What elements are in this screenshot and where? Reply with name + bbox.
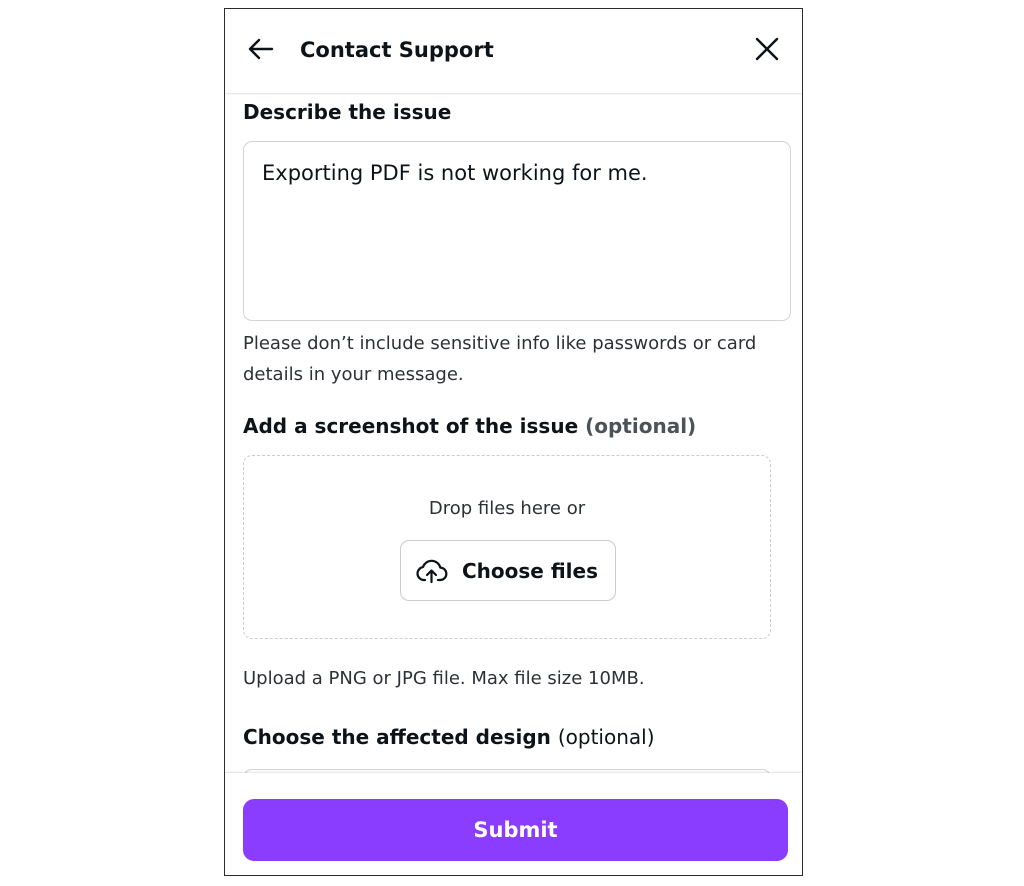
cloud-upload-icon bbox=[416, 559, 448, 584]
screenshot-label: Add a screenshot of the issue (optional) bbox=[243, 412, 696, 440]
design-optional-text: (optional) bbox=[557, 725, 655, 749]
form-content: Describe the issue Exporting PDF is not … bbox=[225, 93, 802, 773]
choose-files-label: Choose files bbox=[462, 559, 598, 583]
file-dropzone[interactable]: Drop files here or Choose files bbox=[243, 455, 771, 639]
design-label-text: Choose the affected design bbox=[243, 725, 551, 749]
close-icon bbox=[755, 37, 779, 61]
close-button[interactable] bbox=[752, 34, 782, 64]
page-title: Contact Support bbox=[300, 38, 494, 62]
issue-description-field[interactable]: Exporting PDF is not working for me. bbox=[243, 141, 791, 321]
submit-button[interactable]: Submit bbox=[243, 799, 788, 861]
panel-header: Contact Support bbox=[225, 9, 802, 93]
design-label: Choose the affected design (optional) bbox=[243, 723, 655, 751]
screenshot-optional-text: (optional) bbox=[585, 414, 697, 438]
upload-helper-text: Upload a PNG or JPG file. Max file size … bbox=[243, 668, 645, 689]
contact-support-panel: Contact Support Describe the issue Expor… bbox=[224, 8, 803, 876]
drop-files-text: Drop files here or bbox=[428, 498, 586, 519]
arrow-left-icon bbox=[248, 38, 274, 60]
issue-helper-text: Please don’t include sensitive info like… bbox=[243, 333, 757, 385]
back-button[interactable] bbox=[245, 33, 277, 65]
issue-label: Describe the issue bbox=[243, 100, 452, 124]
panel-footer: Submit bbox=[225, 773, 802, 875]
screenshot-label-text: Add a screenshot of the issue bbox=[243, 414, 579, 438]
choose-files-button[interactable]: Choose files bbox=[400, 540, 616, 601]
